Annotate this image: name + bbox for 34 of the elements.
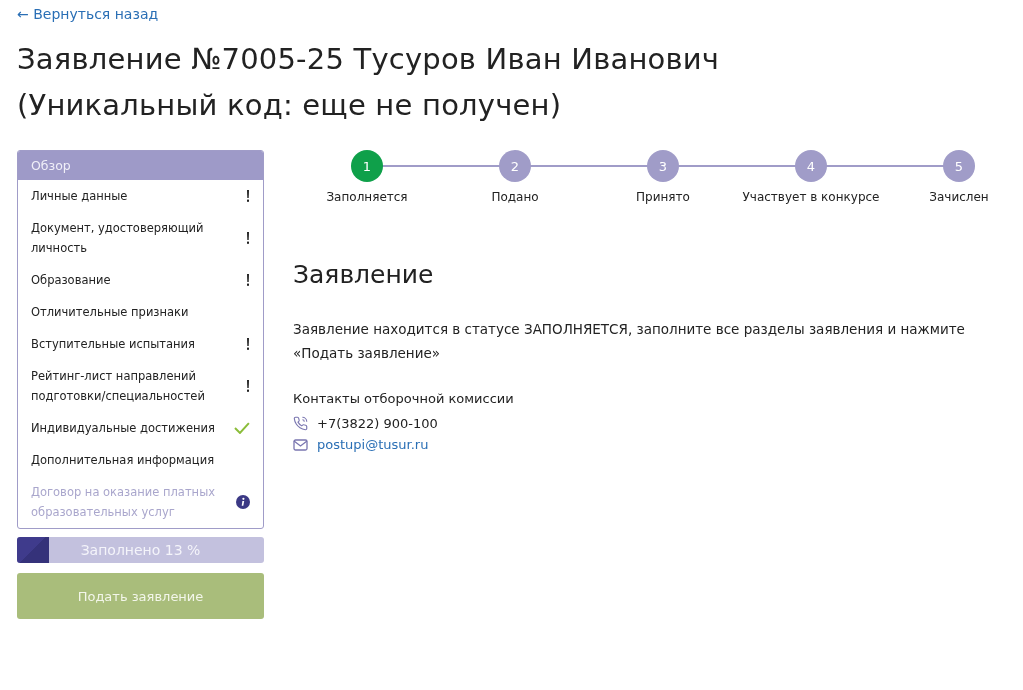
back-link[interactable]: ← Вернуться назад (17, 6, 159, 22)
warning-icon (246, 274, 250, 286)
step-circle: 4 (795, 150, 827, 182)
sidebar-item[interactable]: Личные данные (18, 180, 263, 212)
warning-icon (246, 190, 250, 202)
contacts-heading: Контакты отборочной комиссии (293, 391, 515, 406)
step-circle: 3 (647, 150, 679, 182)
step-circle: 2 (499, 150, 531, 182)
sidebar-item[interactable]: Рейтинг-лист направлений подготовки/специальностей (18, 360, 263, 412)
mail-icon (293, 438, 308, 451)
warning-icon (246, 338, 250, 350)
status-text: Заявление находится в статусе ЗАПОЛНЯЕТСЯ, заполните все разделы заявления и нажмите «Подать заявление» (293, 320, 966, 363)
phone-number: +7(3822) 900-100 (317, 416, 438, 431)
phone-icon (293, 416, 308, 431)
step-label: Подано (491, 190, 539, 204)
sidebar-item[interactable]: Документ, удостоверяющий личность (18, 212, 263, 264)
check-icon (234, 422, 250, 434)
warning-icon (246, 232, 250, 244)
sidebar-item[interactable]: Вступительные испытания (18, 328, 263, 360)
step-label: Заполняется (326, 190, 408, 204)
step-circle: 5 (943, 150, 975, 182)
info-icon (236, 495, 250, 509)
step-label: Участвует в конкурсе (742, 190, 880, 204)
sidebar-item[interactable]: Образование (18, 264, 263, 296)
step-label: Принято (636, 190, 690, 204)
page-title: Заявление №7005-25 Тусуров Иван Иванович (Уникальный код: еще не получен) (17, 41, 721, 124)
warning-icon (246, 380, 250, 392)
section-heading: Заявление (293, 260, 435, 289)
sidebar-item[interactable]: Дополнительная информация (18, 444, 263, 476)
step-label: Зачислен (929, 190, 989, 204)
sidebar-item[interactable]: Отличительные признаки (18, 296, 263, 328)
sidebar-item[interactable]: Индивидуальные достижения (18, 412, 263, 444)
email-link[interactable]: postupi@tusur.ru (317, 437, 429, 452)
step-circle: 1 (351, 150, 383, 182)
